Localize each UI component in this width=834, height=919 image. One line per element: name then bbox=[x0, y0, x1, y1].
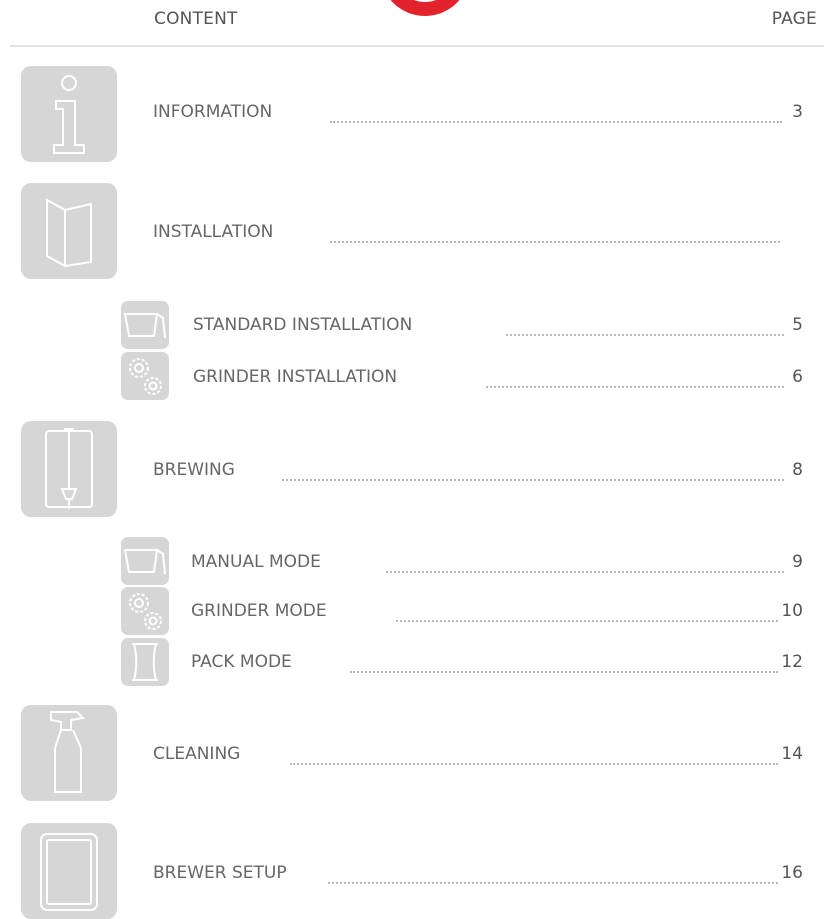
toc-label-cleaning[interactable]: CLEANING bbox=[153, 744, 240, 764]
standard-installation-tile bbox=[121, 301, 169, 349]
booklet-icon bbox=[46, 198, 92, 268]
toc-leader bbox=[282, 479, 784, 481]
grinder-mode-tile bbox=[121, 587, 169, 635]
toc-label-grinder-installation[interactable]: GRINDER INSTALLATION bbox=[193, 367, 397, 387]
toc-label-brewing[interactable]: BREWING bbox=[153, 460, 235, 480]
toc-label-information[interactable]: INFORMATION bbox=[153, 102, 272, 122]
spray-bottle-icon bbox=[50, 711, 86, 793]
toc-page-manual-mode[interactable]: 9 bbox=[792, 552, 803, 572]
toc-label-standard-installation[interactable]: STANDARD INSTALLATION bbox=[193, 315, 412, 335]
info-icon bbox=[53, 75, 85, 154]
toc-page-grinder-mode[interactable]: 10 bbox=[781, 601, 803, 621]
toc-label-brewer-setup[interactable]: BREWER SETUP bbox=[153, 863, 287, 883]
toc-page-standard-installation[interactable]: 5 bbox=[792, 315, 803, 335]
installation-tile bbox=[21, 183, 117, 279]
gears-icon bbox=[129, 358, 162, 395]
page-heading: PAGE bbox=[771, 9, 817, 29]
toc-leader bbox=[350, 671, 778, 673]
content-heading: CONTENT bbox=[154, 9, 238, 29]
toc-leader bbox=[328, 882, 778, 884]
brewer-setup-tile bbox=[21, 823, 117, 919]
display-icon bbox=[40, 833, 98, 911]
toc-page-cleaning[interactable]: 14 bbox=[781, 744, 803, 764]
cleaning-tile bbox=[21, 705, 117, 801]
toc-page-brewing[interactable]: 8 bbox=[792, 460, 803, 480]
toc-label-installation[interactable]: INSTALLATION bbox=[153, 222, 273, 242]
basket-icon bbox=[123, 549, 166, 575]
toc-label-manual-mode[interactable]: MANUAL MODE bbox=[191, 552, 321, 572]
toc-leader bbox=[396, 620, 778, 622]
toc-page-information[interactable]: 3 bbox=[792, 102, 803, 122]
logo bbox=[380, 0, 470, 16]
information-tile bbox=[21, 66, 117, 162]
toc-label-grinder-mode[interactable]: GRINDER MODE bbox=[191, 601, 327, 621]
toc-leader bbox=[330, 241, 780, 243]
basket-icon bbox=[123, 313, 166, 339]
header-divider bbox=[10, 45, 824, 47]
toc-leader bbox=[386, 571, 784, 573]
toc-leader bbox=[330, 121, 782, 123]
toc-leader bbox=[486, 386, 784, 388]
toc-label-pack-mode[interactable]: PACK MODE bbox=[191, 652, 292, 672]
toc-page-grinder-installation[interactable]: 6 bbox=[792, 367, 803, 387]
toc-leader bbox=[290, 763, 778, 765]
brewer-icon bbox=[45, 428, 93, 509]
pack-icon bbox=[132, 643, 158, 681]
gears-icon bbox=[129, 593, 162, 630]
pack-mode-tile bbox=[121, 638, 169, 686]
manual-mode-tile bbox=[121, 537, 169, 585]
toc-page-pack-mode[interactable]: 12 bbox=[781, 652, 803, 672]
toc-leader bbox=[506, 334, 784, 336]
toc-page-brewer-setup[interactable]: 16 bbox=[781, 863, 803, 883]
grinder-installation-tile bbox=[121, 352, 169, 400]
brewing-tile bbox=[21, 421, 117, 517]
